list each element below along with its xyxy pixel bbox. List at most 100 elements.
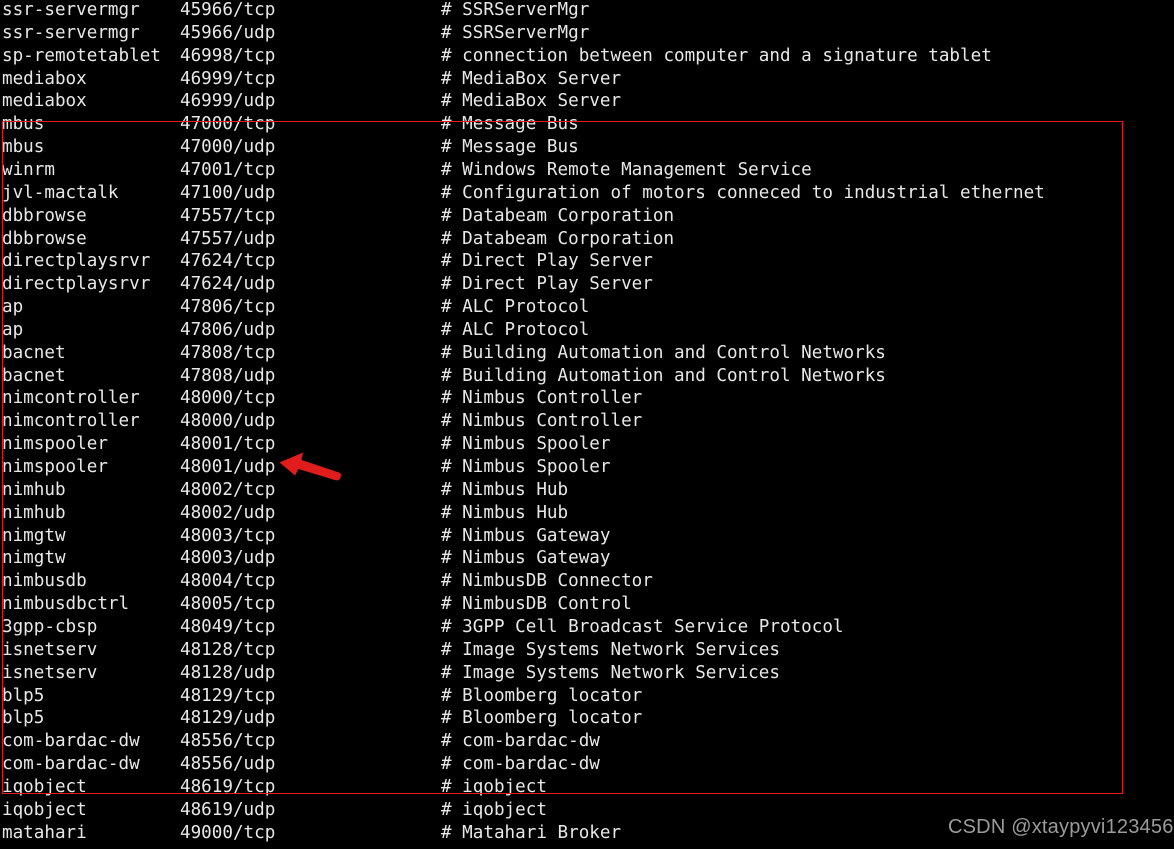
service-line: directplaysrvr 47624/tcp # Direct Play Ser… bbox=[0, 250, 1174, 273]
service-port: 46999/tcp bbox=[180, 68, 276, 89]
service-name: mbus bbox=[2, 114, 45, 135]
service-comment: # Configuration of motors conneced to in… bbox=[441, 182, 1045, 203]
service-comment: # Bloomberg locator bbox=[441, 685, 643, 706]
service-comment: # SSRServerMgr bbox=[441, 22, 590, 43]
service-port: 47806/udp bbox=[180, 319, 276, 340]
service-comment: # Building Automation and Control Networ… bbox=[441, 342, 886, 363]
service-line: mbus 47000/udp # Message Bus bbox=[0, 136, 1174, 159]
service-name: dbbrowse bbox=[2, 205, 87, 226]
service-comment: # connection between computer and a sign… bbox=[441, 45, 992, 66]
service-line: nimspooler 48001/udp # Nimbus Spooler bbox=[0, 456, 1174, 479]
service-port: 48001/udp bbox=[180, 457, 276, 477]
service-name: nimbusdb bbox=[2, 571, 87, 592]
service-name: ap bbox=[2, 297, 24, 318]
service-name: isnetserv bbox=[2, 639, 98, 660]
service-name: nimgtw bbox=[2, 525, 66, 546]
service-name: ssr-servermgr bbox=[2, 0, 140, 20]
service-name: blp5 bbox=[2, 708, 45, 729]
service-port: 45966/tcp bbox=[180, 0, 276, 20]
service-line: nimgtw 48003/udp # Nimbus Gateway bbox=[0, 547, 1174, 570]
service-port: 48128/tcp bbox=[180, 639, 276, 660]
service-port: 48002/udp bbox=[180, 502, 276, 523]
service-line: ap 47806/udp # ALC Protocol bbox=[0, 319, 1174, 342]
service-name: nimgtw bbox=[2, 548, 66, 569]
service-name: iqobject bbox=[2, 776, 87, 797]
service-comment: # 3GPP Cell Broadcast Service Protocol bbox=[441, 616, 844, 637]
service-comment: # Message Bus bbox=[441, 114, 579, 135]
service-port: 48003/udp bbox=[180, 548, 276, 569]
service-port: 47557/tcp bbox=[180, 205, 276, 226]
service-name: nimbusdbctrl bbox=[2, 594, 130, 615]
service-line: nimcontroller 48000/udp # Nimbus Controlle… bbox=[0, 410, 1174, 433]
service-comment: # Direct Play Server bbox=[441, 274, 653, 295]
service-comment: # com-bardac-dw bbox=[441, 754, 600, 775]
service-line: bacnet 47808/tcp # Building Automation and… bbox=[0, 342, 1174, 365]
service-name: mbus bbox=[2, 137, 45, 158]
service-comment: # Nimbus Controller bbox=[441, 388, 643, 409]
service-port: 48129/tcp bbox=[180, 685, 276, 706]
service-comment: # iqobject bbox=[441, 776, 547, 797]
service-name: nimcontroller bbox=[2, 388, 140, 409]
service-comment: # Image Systems Network Services bbox=[441, 639, 780, 660]
service-name: blp5 bbox=[2, 685, 45, 706]
terminal-output[interactable]: ssr-servermgr 45966/tcp # SSRServerMgr ssr-… bbox=[0, 0, 1174, 849]
service-comment: # Building Automation and Control Networ… bbox=[441, 365, 886, 386]
service-comment: # ALC Protocol bbox=[441, 297, 590, 318]
service-line: nimcontroller 48000/tcp # Nimbus Controlle… bbox=[0, 387, 1174, 410]
service-port: 45966/udp bbox=[180, 22, 276, 43]
service-line: ssr-servermgr 45966/udp # SSRServerMgr bbox=[0, 22, 1174, 45]
service-line: sp-remotetablet 46998/tcp # connection bet… bbox=[0, 45, 1174, 68]
service-port: 47808/udp bbox=[180, 365, 276, 386]
service-port: 47624/udp bbox=[180, 274, 276, 295]
service-name: directplaysrvr bbox=[2, 274, 151, 295]
service-comment: # SSRServerMgr bbox=[441, 0, 590, 20]
service-line: iqobject 48619/tcp # iqobject bbox=[0, 776, 1174, 799]
service-port: 46998/tcp bbox=[180, 45, 276, 66]
service-name: mediabox bbox=[2, 91, 87, 112]
service-port: 48004/tcp bbox=[180, 571, 276, 592]
service-comment: # Nimbus Gateway bbox=[441, 548, 611, 569]
service-line: blp5 48129/tcp # Bloomberg locator bbox=[0, 685, 1174, 708]
service-port: 47806/tcp bbox=[180, 297, 276, 318]
service-comment: # Bloomberg locator bbox=[441, 708, 643, 729]
service-line: winrm 47001/tcp # Windows Remote Managemen… bbox=[0, 159, 1174, 182]
service-port: 48000/tcp bbox=[180, 388, 276, 409]
service-name: bacnet bbox=[2, 342, 66, 363]
service-port: 48128/udp bbox=[180, 662, 276, 683]
service-line: mbus 47000/tcp # Message Bus bbox=[0, 113, 1174, 136]
service-line: 3gpp-cbsp 48049/tcp # 3GPP Cell Broadcast … bbox=[0, 616, 1174, 639]
service-port: 47001/tcp bbox=[180, 159, 276, 180]
service-line: com-bardac-dw 48556/tcp # com-bardac-dw bbox=[0, 730, 1174, 753]
service-name: directplaysrvr bbox=[2, 251, 151, 272]
service-comment: # iqobject bbox=[441, 799, 547, 820]
service-name: mediabox bbox=[2, 68, 87, 89]
service-name: ap bbox=[2, 319, 24, 340]
service-line: ap 47806/tcp # ALC Protocol bbox=[0, 296, 1174, 319]
service-line: mediabox 46999/tcp # MediaBox Server bbox=[0, 68, 1174, 91]
service-port: 48556/udp bbox=[180, 754, 276, 775]
service-line: dbbrowse 47557/tcp # Databeam Corporation bbox=[0, 205, 1174, 228]
service-port: 47808/tcp bbox=[180, 342, 276, 363]
service-port: 49000/tcp bbox=[180, 822, 276, 843]
service-comment: # com-bardac-dw bbox=[441, 731, 600, 752]
service-line: directplaysrvr 47624/udp # Direct Play Ser… bbox=[0, 273, 1174, 296]
service-port: 47624/tcp bbox=[180, 251, 276, 272]
service-port: 48001/tcp bbox=[180, 434, 276, 455]
service-name: nimhub bbox=[2, 502, 66, 523]
service-comment: # Image Systems Network Services bbox=[441, 662, 780, 683]
service-line: jvl-mactalk 47100/udp # Configuration of m… bbox=[0, 182, 1174, 205]
service-name: matahari bbox=[2, 822, 87, 843]
service-port: 48556/tcp bbox=[180, 731, 276, 752]
service-port: 48005/tcp bbox=[180, 594, 276, 615]
service-line: dbbrowse 47557/udp # Databeam Corporation bbox=[0, 228, 1174, 251]
service-port: 47557/udp bbox=[180, 228, 276, 249]
service-port: 48049/tcp bbox=[180, 616, 276, 637]
service-name: jvl-mactalk bbox=[2, 182, 119, 203]
service-name: com-bardac-dw bbox=[2, 731, 140, 752]
service-comment: # Nimbus Hub bbox=[441, 502, 569, 523]
service-line: com-bardac-dw 48556/udp # com-bardac-dw bbox=[0, 753, 1174, 776]
service-name: nimhub bbox=[2, 479, 66, 500]
service-comment: # Nimbus Spooler bbox=[441, 457, 611, 477]
service-comment: # NimbusDB Connector bbox=[441, 571, 653, 592]
service-comment: # MediaBox Server bbox=[441, 68, 622, 89]
